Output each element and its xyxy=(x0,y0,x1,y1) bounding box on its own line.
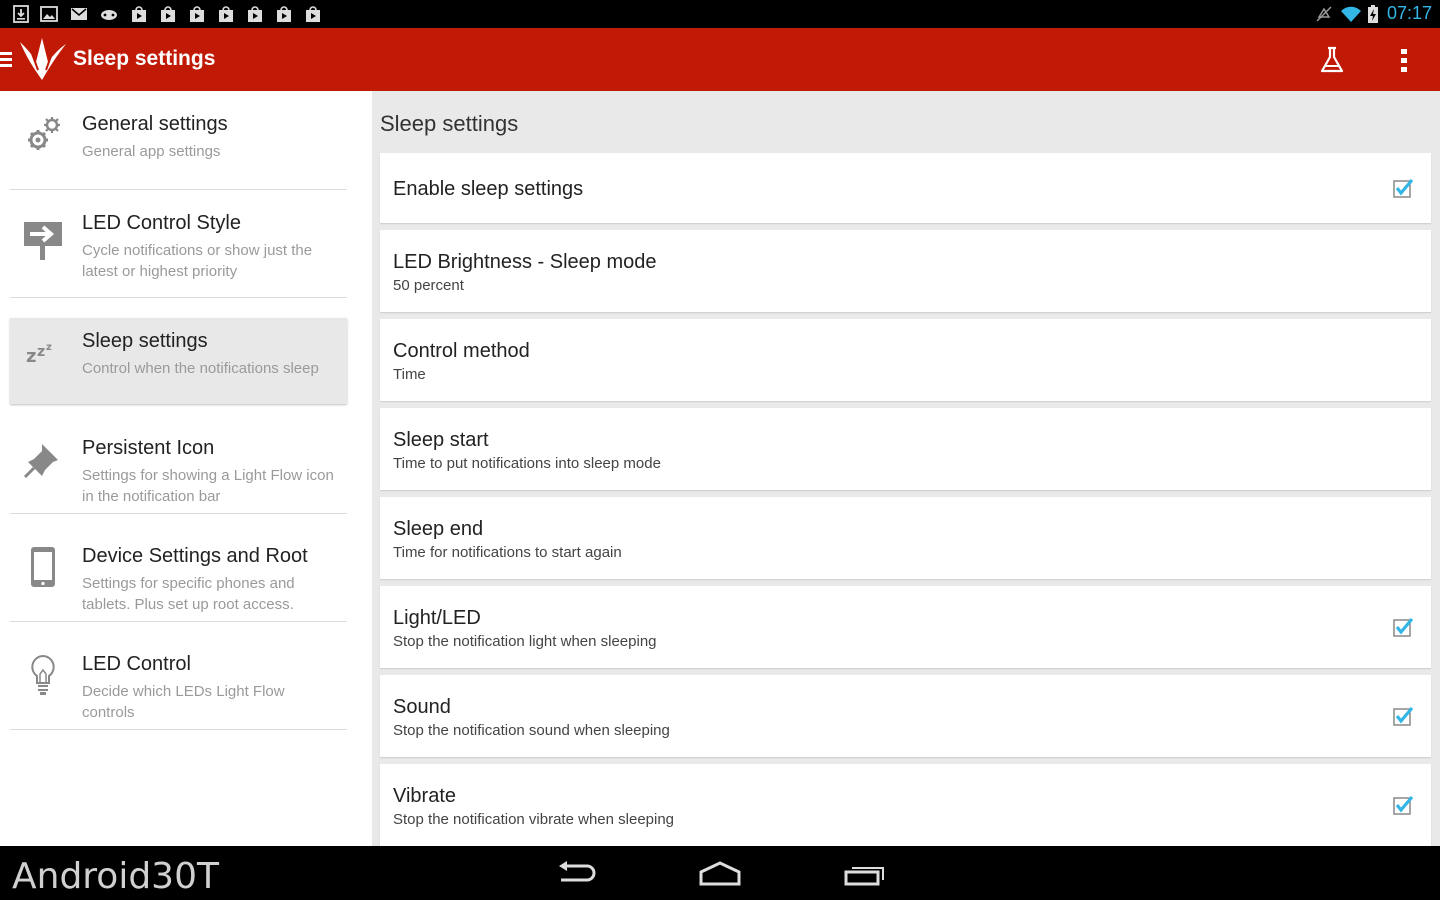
setting-subtitle: Time for notifications to start again xyxy=(393,544,622,561)
setting-control-method[interactable]: Control method Time xyxy=(380,319,1431,401)
play-store-icon xyxy=(277,6,291,22)
setting-subtitle: Time to put notifications into sleep mod… xyxy=(393,455,661,472)
gear-icon xyxy=(28,117,60,150)
battery-charging-icon xyxy=(1368,5,1378,23)
play-store-icon xyxy=(306,6,320,22)
setting-enable-sleep-settings[interactable]: Enable sleep settings xyxy=(380,153,1431,223)
nav-item-persistent-icon[interactable]: Persistent Icon Settings for showing a L… xyxy=(10,406,347,514)
watermark: Android30T xyxy=(12,856,219,897)
nav-item-subtitle: Cycle notifications or show just the lat… xyxy=(82,242,313,280)
setting-sleep-start[interactable]: Sleep start Time to put notifications in… xyxy=(380,408,1431,490)
nav-item-led-control[interactable]: LED Control Decide which LEDs Light Flow… xyxy=(10,622,347,730)
back-icon[interactable] xyxy=(555,860,597,888)
home-icon[interactable] xyxy=(698,860,742,888)
checkbox-checked-icon[interactable] xyxy=(1392,705,1414,727)
svg-text:z: z xyxy=(37,344,45,360)
lightbulb-icon xyxy=(31,654,55,695)
play-store-icon xyxy=(132,6,146,22)
nav-item-subtitle: General app settings xyxy=(82,143,221,160)
nav-item-device-settings-and-root[interactable]: Device Settings and Root Settings for sp… xyxy=(10,514,347,622)
drawer-menu-icon[interactable] xyxy=(0,52,12,68)
nav-item-subtitle: Control when the notifications sleep xyxy=(82,360,319,377)
settings-category-list: General settings General app settings LE… xyxy=(0,91,372,846)
setting-title: Sleep end xyxy=(393,518,484,540)
setting-led-brightness-sleep-mode[interactable]: LED Brightness - Sleep mode 50 percent xyxy=(380,230,1431,312)
image-icon xyxy=(40,6,58,22)
nav-item-subtitle: Settings for showing a Light Flow icon i… xyxy=(82,467,334,505)
arrow-sign-icon xyxy=(24,222,62,260)
panel-title: Sleep settings xyxy=(380,111,519,136)
pin-icon xyxy=(23,444,58,479)
setting-title: Vibrate xyxy=(393,785,457,807)
setting-title: Sleep start xyxy=(393,429,489,451)
nav-item-led-control-style[interactable]: LED Control Style Cycle notifications or… xyxy=(10,190,347,298)
nav-item-title: Persistent Icon xyxy=(82,437,215,459)
setting-sound[interactable]: Sound Stop the notification sound when s… xyxy=(380,675,1431,757)
setting-subtitle: Stop the notification vibrate when sleep… xyxy=(393,811,675,828)
checkbox-checked-icon[interactable] xyxy=(1392,616,1414,638)
gmail-icon xyxy=(71,8,87,20)
nav-item-general-settings[interactable]: General settings General app settings xyxy=(10,91,347,190)
setting-title: Control method xyxy=(393,340,530,362)
setting-subtitle: Time xyxy=(393,366,426,383)
recents-icon[interactable] xyxy=(843,860,887,888)
setting-title: LED Brightness - Sleep mode xyxy=(393,251,657,273)
status-bar: 07:17 xyxy=(0,0,1440,28)
svg-text:z: z xyxy=(26,346,36,367)
light-flow-logo-icon[interactable] xyxy=(16,36,68,84)
setting-title: Light/LED xyxy=(393,607,481,629)
action-bar: Sleep settings xyxy=(0,28,1440,91)
zzz-icon: z z z xyxy=(26,342,52,367)
system-navigation-bar: Android30T xyxy=(0,846,1440,900)
setting-subtitle: 50 percent xyxy=(393,277,464,294)
phone-icon xyxy=(31,547,55,587)
nav-item-title: LED Control xyxy=(82,653,191,675)
nav-item-title: LED Control Style xyxy=(82,212,241,234)
wifi-icon xyxy=(1341,6,1361,22)
action-bar-title: Sleep settings xyxy=(73,47,216,70)
svg-text:z: z xyxy=(46,342,52,353)
nav-item-subtitle: Decide which LEDs Light Flow controls xyxy=(82,683,285,721)
sleep-settings-panel: Sleep settings Enable sleep settings LED… xyxy=(372,91,1440,846)
setting-light-led[interactable]: Light/LED Stop the notification light wh… xyxy=(380,586,1431,668)
checkbox-checked-icon[interactable] xyxy=(1392,177,1414,199)
play-store-icon xyxy=(161,6,175,22)
nav-item-subtitle: Settings for specific phones and tablets… xyxy=(82,575,295,613)
setting-sleep-end[interactable]: Sleep end Time for notifications to star… xyxy=(380,497,1431,579)
setting-vibrate[interactable]: Vibrate Stop the notification vibrate wh… xyxy=(380,764,1431,846)
mute-icon xyxy=(1316,6,1332,22)
play-store-icon xyxy=(219,6,233,22)
nav-item-title: General settings xyxy=(82,113,228,135)
flask-icon[interactable] xyxy=(1318,45,1346,75)
gamepad-icon xyxy=(101,10,117,20)
setting-title: Enable sleep settings xyxy=(393,178,584,200)
play-store-icon xyxy=(248,6,262,22)
setting-title: Sound xyxy=(393,696,451,718)
checkbox-checked-icon[interactable] xyxy=(1392,794,1414,816)
setting-subtitle: Stop the notification sound when sleepin… xyxy=(393,722,670,739)
nav-item-title: Device Settings and Root xyxy=(82,545,308,567)
nav-item-sleep-settings[interactable]: z z z Sleep settings Control when the no… xyxy=(10,318,347,404)
overflow-menu-icon[interactable] xyxy=(1396,46,1412,74)
play-store-icon xyxy=(190,6,204,22)
clock: 07:17 xyxy=(1386,3,1432,23)
nav-item-title: Sleep settings xyxy=(82,330,208,352)
setting-subtitle: Stop the notification light when sleepin… xyxy=(393,633,657,650)
download-icon xyxy=(13,5,29,23)
